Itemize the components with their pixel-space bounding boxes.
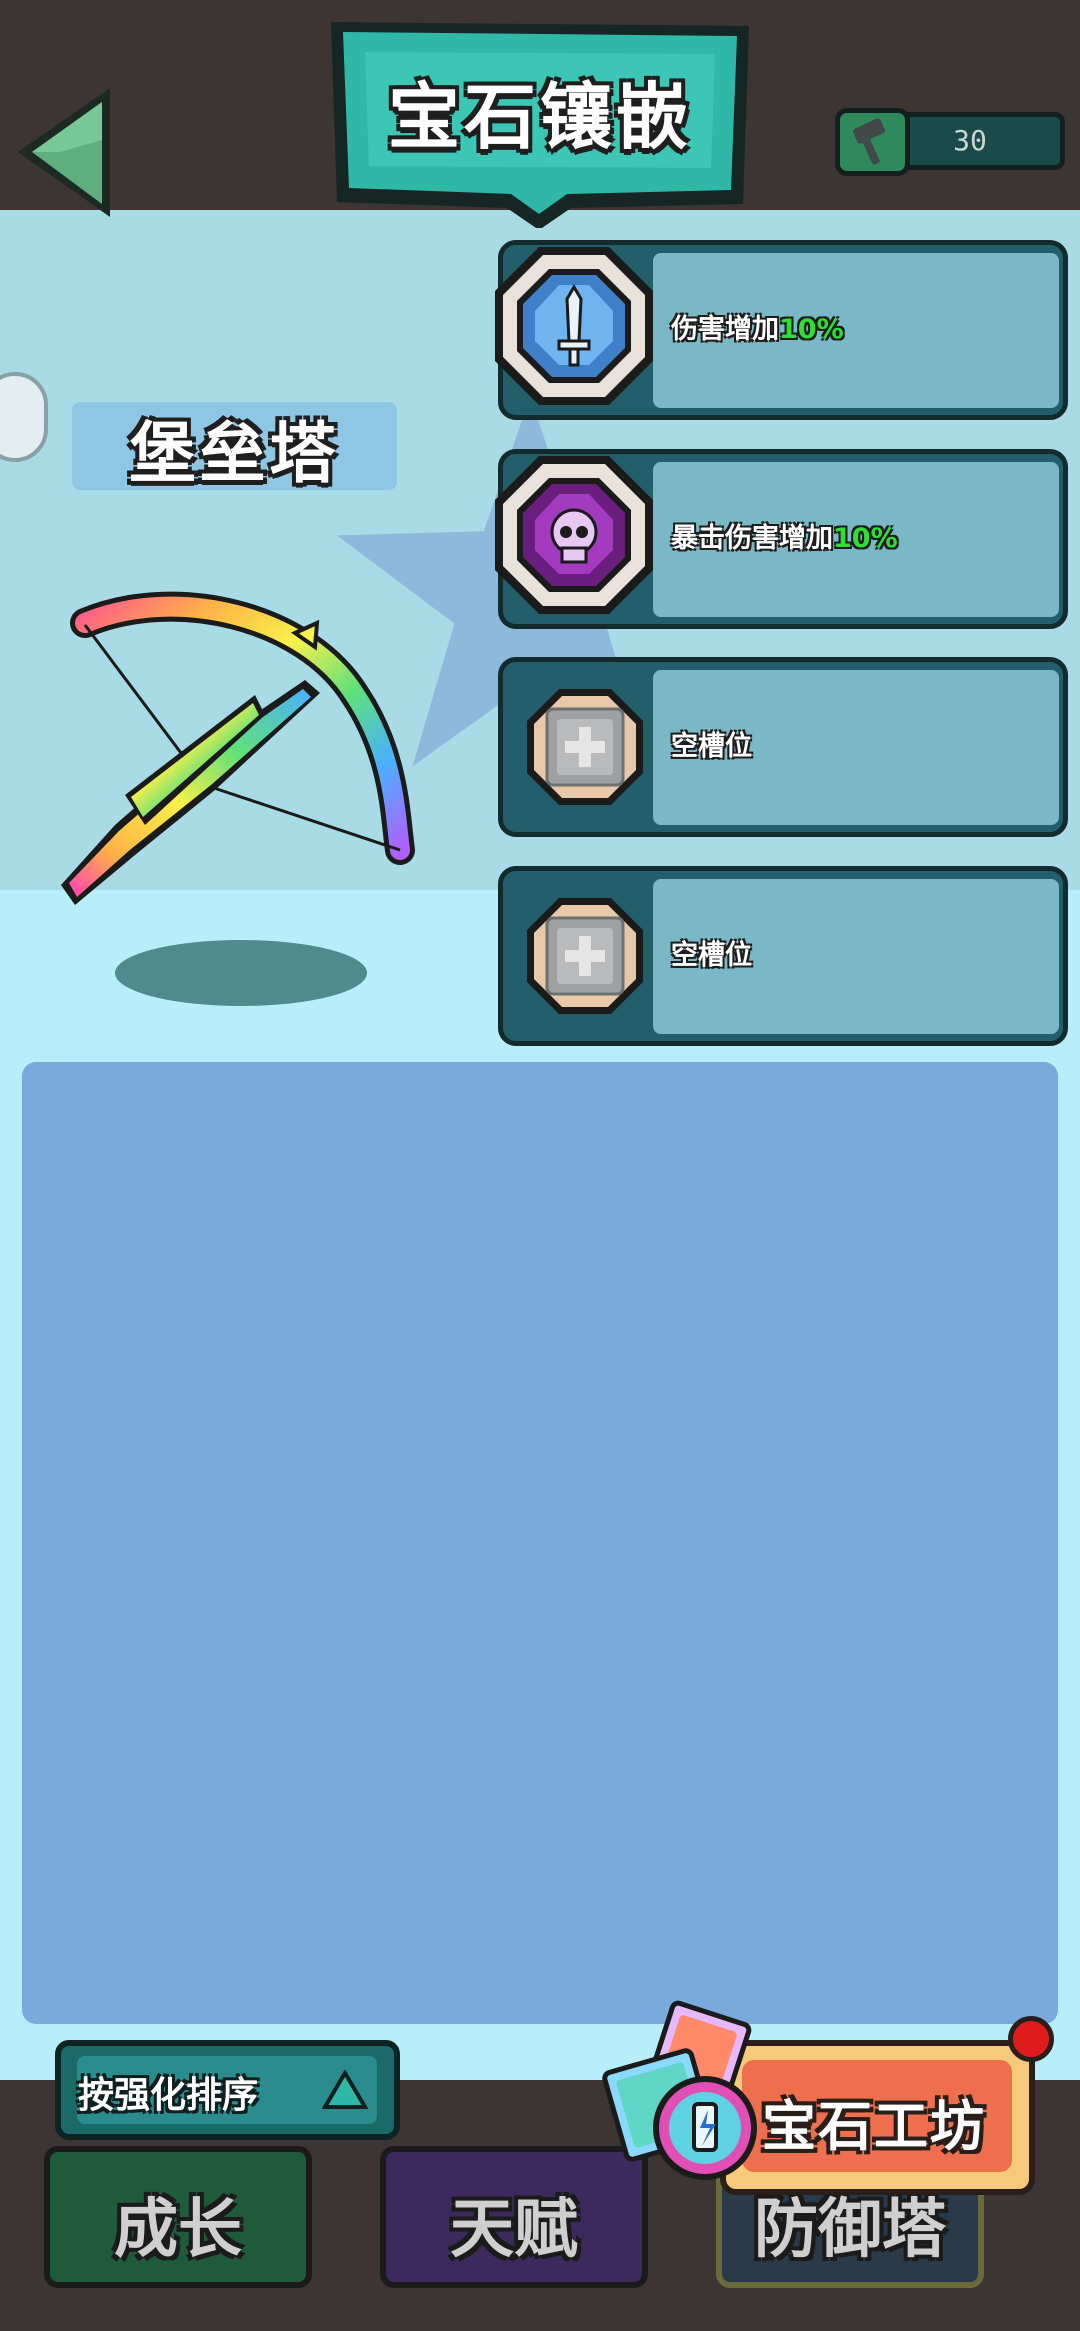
slot-3-label: 空槽位 bbox=[671, 731, 752, 762]
plus-icon bbox=[527, 689, 643, 805]
slot-4-label: 空槽位 bbox=[671, 940, 752, 971]
hammer-icon-box bbox=[835, 108, 910, 176]
tab-talent-label: 天赋 bbox=[450, 2193, 578, 2267]
gem-inventory-panel[interactable] bbox=[22, 1062, 1058, 2024]
gem-workshop-label: 宝石工坊 bbox=[762, 2095, 986, 2158]
slot-2-label: 暴击伤害增加10% bbox=[671, 523, 898, 554]
gem-slot-3[interactable]: 空槽位 bbox=[498, 657, 1068, 837]
rainbow-crossbow-icon bbox=[61, 591, 415, 905]
purple-skull-gem-icon bbox=[495, 456, 653, 614]
sort-triangle-icon bbox=[322, 2070, 368, 2109]
page-title: 宝石镶嵌 bbox=[387, 75, 692, 159]
sort-button-label: 按强化排序 bbox=[78, 2075, 259, 2116]
plus-icon bbox=[527, 898, 643, 1014]
tower-name: 堡垒塔 bbox=[129, 415, 340, 492]
gem-slot-2[interactable]: 暴击伤害增加10% bbox=[495, 449, 1068, 629]
notification-dot bbox=[1008, 2016, 1054, 2062]
gem-workshop-icon bbox=[602, 2000, 757, 2180]
gem-slot-4[interactable]: 空槽位 bbox=[498, 866, 1068, 1046]
slot-1-label: 伤害增加10% bbox=[671, 314, 844, 345]
gem-slot-1[interactable]: 伤害增加10% bbox=[495, 240, 1068, 420]
blue-sword-gem-icon bbox=[495, 247, 653, 405]
hammer-icon bbox=[853, 118, 885, 165]
tab-growth-label: 成长 bbox=[114, 2193, 242, 2267]
chat-bubble-icon[interactable] bbox=[0, 372, 48, 462]
hammer-currency: 30 bbox=[835, 108, 1070, 176]
tower-shadow bbox=[115, 940, 367, 1006]
back-arrow-icon[interactable] bbox=[10, 80, 125, 225]
currency-value: 30 bbox=[953, 124, 987, 157]
